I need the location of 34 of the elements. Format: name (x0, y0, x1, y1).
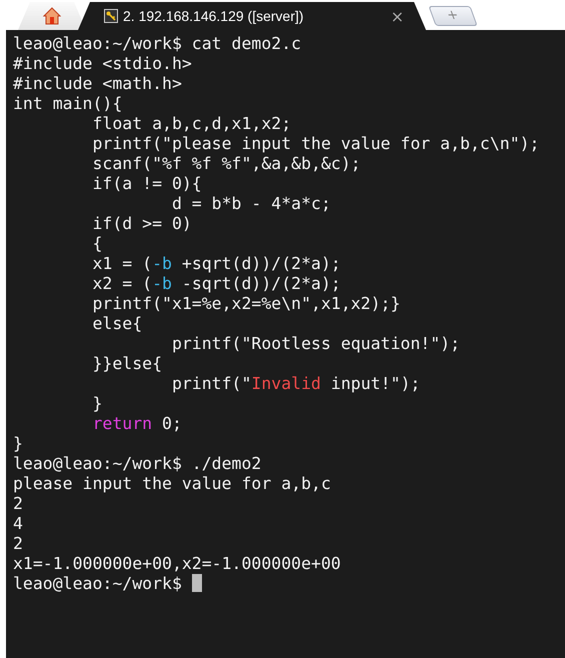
terminal-line: } (13, 434, 24, 454)
terminal-line: x1=-1.000000e+00,x2=-1.000000e+00 (13, 554, 342, 574)
home-icon (43, 7, 61, 25)
terminal-line: leao@leao:~/work$ ./demo2 (13, 454, 262, 474)
terminal-line: } (91, 394, 104, 414)
terminal-line: printf("x1=%e,x2=%e\n",x1,x2);} (91, 294, 402, 314)
terminal-line: #include <math.h> (13, 74, 183, 94)
terminal-line: float a,b,c,d,x1,x2; (91, 114, 292, 134)
terminal-line: { (91, 234, 104, 254)
terminal-line: int main(){ (13, 94, 124, 114)
terminal-line: 2 (13, 534, 24, 554)
terminal-line: if(d >= 0) (91, 214, 193, 234)
terminal-line: d = b*b - 4*a*c; (170, 194, 332, 214)
tab-title: 2. 192.168.146.129 ([server]) (123, 8, 305, 24)
close-button[interactable]: × (390, 6, 404, 26)
terminal-line: return 0; (91, 414, 183, 434)
terminal-line: please input the value for a,b,c (13, 474, 332, 494)
terminal-line: leao@leao:~/work$ (13, 574, 565, 594)
terminal-line: else{ (91, 314, 144, 334)
terminal-line: 2 (13, 494, 24, 514)
terminal-line: scanf("%f %f %f",&a,&b,&c); (91, 154, 362, 174)
terminal-line: x1 = (-b +sqrt(d))/(2*a); (91, 254, 342, 274)
terminal-line: leao@leao:~/work$ cat demo2.c (13, 34, 302, 54)
text-cursor (192, 574, 202, 592)
terminal-line: printf("Rootless equation!"); (170, 334, 462, 354)
terminal-line: }}else{ (91, 354, 164, 374)
terminal-line: printf("please input the value for a,b,c\n"); (91, 134, 540, 154)
terminal-line: printf("Invalid input!"); (170, 374, 422, 394)
session-tab[interactable]: 2. 192.168.146.129 ([server]) × (78, 2, 426, 30)
terminal-line: #include <stdio.h> (13, 54, 193, 74)
terminal-line: if(a != 0){ (91, 174, 203, 194)
terminal-line: x2 = (-b -sqrt(d))/(2*a); (91, 274, 342, 294)
terminal-line: 4 (13, 514, 24, 534)
key-icon (104, 9, 118, 23)
